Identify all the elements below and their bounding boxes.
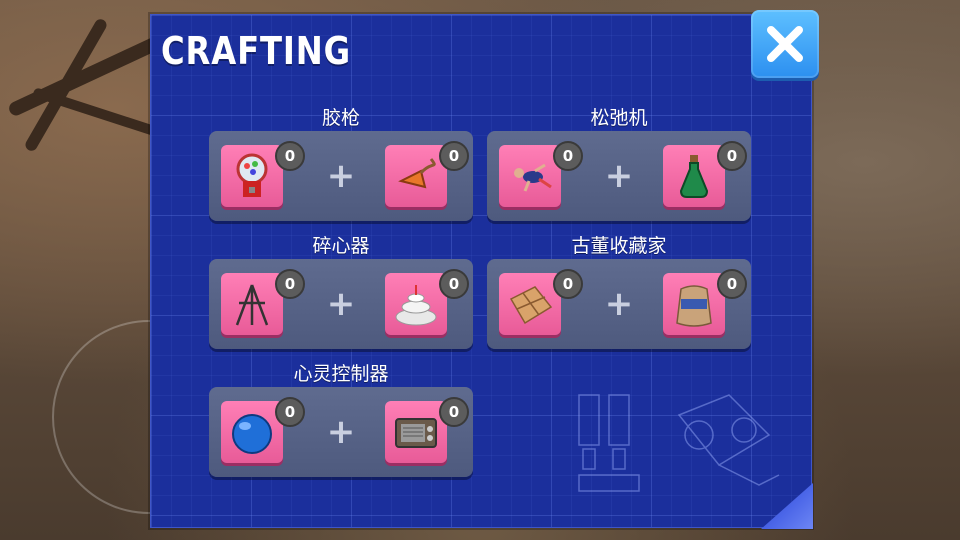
ingredient-slot[interactable]: 0 [663, 141, 747, 207]
recipe-card: 0 + 0 [209, 387, 473, 477]
ingredient-slot[interactable]: 0 [499, 141, 583, 207]
gumball-machine-icon [236, 153, 268, 197]
recipe-title: 松弛机 [590, 107, 648, 129]
ingredient-count: 0 [275, 269, 305, 299]
blue-ball-icon [232, 414, 272, 454]
ingredient-slot[interactable]: 0 [221, 141, 305, 207]
green-bottle-icon [679, 155, 709, 198]
blueprint-sketch [578, 394, 780, 492]
ingredient-slot[interactable]: 0 [385, 141, 469, 207]
panel-title: CRAFTING [161, 29, 352, 73]
recipe-card: 0 + 0 [209, 259, 473, 349]
ingredient-count: 0 [275, 397, 305, 427]
recipe-card: 0 + 0 [487, 259, 751, 349]
ingredient-count: 0 [553, 141, 583, 171]
plus-symbol: + [326, 156, 356, 196]
recipe-card: 0 + 0 [487, 131, 751, 221]
ingredient-count: 0 [275, 141, 305, 171]
ingredient-slot[interactable]: 0 [385, 269, 469, 335]
plus-symbol: + [326, 412, 356, 452]
close-button[interactable] [751, 10, 819, 78]
ingredient-count: 0 [717, 269, 747, 299]
tripod-stand-icon [235, 284, 269, 326]
ingredient-slot[interactable]: 0 [663, 269, 747, 335]
layered-cake-icon [395, 285, 437, 326]
ingredient-slot[interactable]: 0 [221, 269, 305, 335]
plus-symbol: + [604, 284, 634, 324]
ingredient-slot[interactable]: 0 [385, 397, 469, 463]
recipe-title: 胶枪 [321, 107, 360, 129]
ragdoll-figure-icon [514, 163, 552, 192]
crafting-panel: CRAFTING 胶枪 0 + 0 松弛机 0 + 0 碎心器 0 + 0 古董… [150, 14, 813, 529]
funnel-hose-icon [398, 158, 436, 189]
ingredient-slot[interactable]: 0 [499, 269, 583, 335]
tree-branch [23, 17, 109, 153]
recipe-title: 碎心器 [312, 235, 370, 257]
paper-map-icon [509, 286, 553, 325]
ingredient-count: 0 [439, 269, 469, 299]
plus-symbol: + [326, 284, 356, 324]
recipe-card: 0 + 0 [209, 131, 473, 221]
ingredient-count: 0 [439, 397, 469, 427]
old-radio-icon [395, 418, 437, 448]
recipe-title: 古董收藏家 [571, 235, 667, 257]
close-x-icon [767, 26, 803, 62]
ingredient-count: 0 [553, 269, 583, 299]
recipe-title: 心灵控制器 [293, 363, 389, 385]
flour-sack-icon [676, 285, 712, 327]
ingredient-slot[interactable]: 0 [221, 397, 305, 463]
ingredient-count: 0 [439, 141, 469, 171]
plus-symbol: + [604, 156, 634, 196]
ingredient-count: 0 [717, 141, 747, 171]
